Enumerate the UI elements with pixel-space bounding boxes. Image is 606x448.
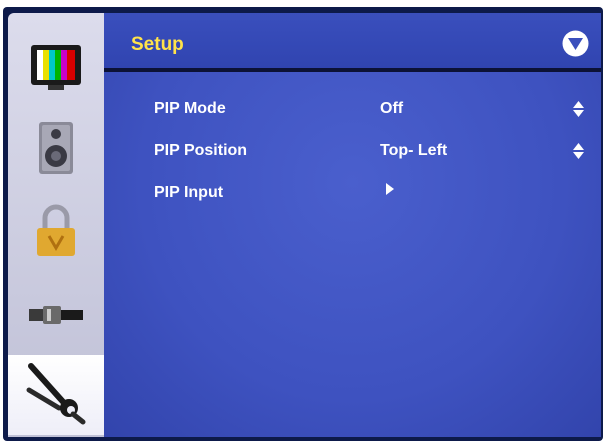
wrench-pliers-icon: [25, 360, 87, 431]
cable-connector-icon: [27, 299, 85, 334]
header-divider: [104, 68, 601, 72]
menu-item-value: Top- Left: [380, 142, 448, 159]
setup-panel: Setup PIP Mode Off PIP Position Top- Lef…: [104, 13, 601, 437]
vizio-logo-icon: [562, 30, 589, 57]
tv-picture-icon: [30, 43, 82, 98]
sidebar-item-audio[interactable]: [8, 110, 104, 190]
menu-item-label: PIP Input: [154, 184, 224, 201]
page-title: Setup: [131, 34, 184, 55]
menu-row-pip-input[interactable]: PIP Input: [104, 182, 601, 212]
menu-row-pip-position[interactable]: PIP Position Top- Left: [104, 142, 601, 170]
header-bar: Setup: [104, 13, 601, 69]
up-down-arrows-icon[interactable]: [573, 143, 584, 159]
sidebar-item-setup[interactable]: [8, 355, 104, 435]
menu-item-value: Off: [380, 100, 404, 117]
menu-item-label: PIP Mode: [154, 100, 226, 117]
submenu-arrow-icon[interactable]: [386, 182, 394, 200]
padlock-icon: [34, 204, 78, 263]
sidebar-item-lock[interactable]: [8, 193, 104, 273]
up-down-arrows-icon[interactable]: [573, 101, 584, 117]
menu-item-label: PIP Position: [154, 142, 248, 159]
menu-row-pip-mode[interactable]: PIP Mode Off: [104, 100, 601, 128]
sidebar: [8, 13, 104, 437]
sidebar-item-connection[interactable]: [8, 276, 104, 356]
speaker-icon: [36, 120, 76, 181]
sidebar-item-picture[interactable]: [8, 30, 104, 110]
